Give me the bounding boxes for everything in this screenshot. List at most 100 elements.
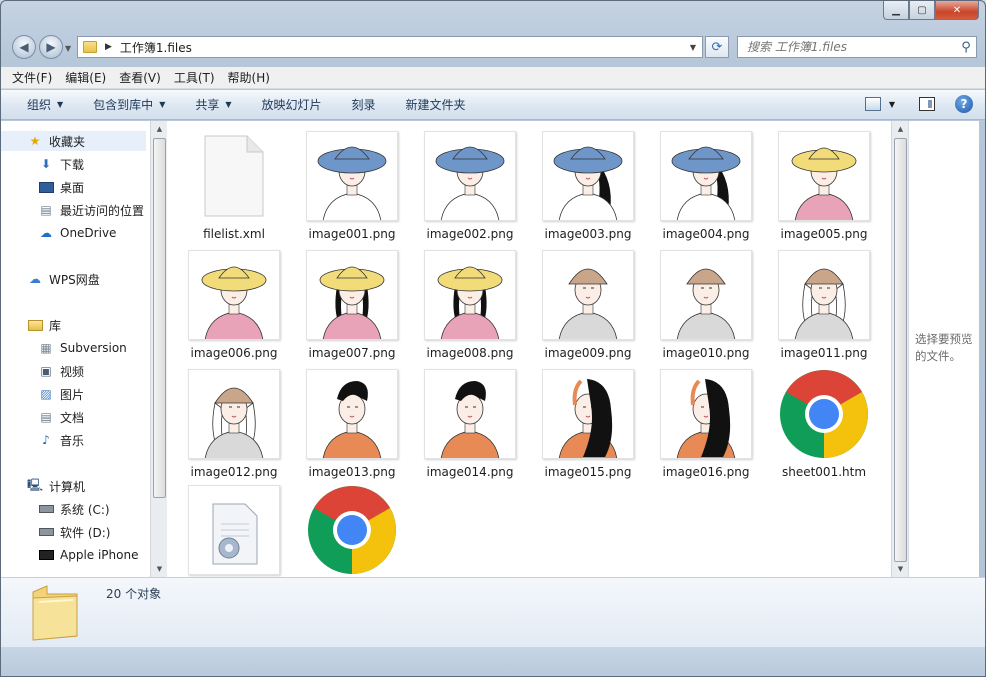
navigation-scrollbar[interactable]: ▲ ▼: [150, 121, 167, 577]
nav-desktop[interactable]: 桌面: [38, 177, 84, 197]
forward-button[interactable]: ▶: [39, 35, 63, 59]
nav-favorites[interactable]: ★ 收藏夹: [1, 131, 146, 151]
file-item[interactable]: image006.png: [175, 250, 293, 368]
menu-help[interactable]: 帮助(H): [228, 69, 270, 86]
file-item[interactable]: image015.png: [529, 369, 647, 487]
help-icon[interactable]: ?: [955, 95, 973, 113]
computer-icon: 🖳: [27, 477, 44, 492]
address-bar[interactable]: ▶ 工作簿1.files ▼: [77, 36, 703, 58]
file-item[interactable]: image012.png: [175, 369, 293, 487]
image-thumbnail[interactable]: [424, 131, 516, 221]
nav-computer[interactable]: 🖳 计算机: [27, 476, 85, 496]
scroll-up-icon[interactable]: ▲: [892, 121, 909, 137]
image-thumbnail[interactable]: [542, 131, 634, 221]
scrollbar-thumb[interactable]: [894, 138, 907, 562]
minimize-button[interactable]: ▁: [883, 1, 909, 20]
slideshow-button[interactable]: 放映幻灯片: [262, 96, 322, 113]
image-thumbnail[interactable]: [778, 250, 870, 340]
config-file-icon[interactable]: [188, 485, 280, 575]
nav-iphone[interactable]: Apple iPhone: [38, 545, 138, 565]
preview-pane-icon[interactable]: [919, 97, 935, 111]
burn-button[interactable]: 刻录: [352, 96, 376, 113]
file-name: image013.png: [308, 465, 396, 479]
image-thumbnail[interactable]: [778, 131, 870, 221]
view-options-dropdown[interactable]: ▼: [889, 100, 895, 109]
folder-icon: [32, 585, 78, 641]
menu-view[interactable]: 查看(V): [119, 69, 161, 86]
image-thumbnail[interactable]: [660, 250, 752, 340]
nav-drive-c[interactable]: 系统 (C:): [38, 499, 110, 519]
nav-documents[interactable]: ▤ 文档: [38, 407, 84, 427]
file-item[interactable]: image001.png: [293, 131, 411, 249]
file-item[interactable]: image009.png: [529, 250, 647, 368]
image-thumbnail[interactable]: [424, 250, 516, 340]
chrome-icon[interactable]: [778, 369, 870, 459]
include-library-button[interactable]: 包含到库中 ▼: [93, 96, 165, 113]
image-thumbnail[interactable]: [306, 131, 398, 221]
file-item[interactable]: image013.png: [293, 369, 411, 487]
search-box[interactable]: ⚲: [737, 36, 977, 58]
file-item[interactable]: image002.png: [411, 131, 529, 249]
nav-libraries[interactable]: 库: [27, 315, 61, 335]
file-item[interactable]: image011.png: [765, 250, 883, 368]
chrome-icon[interactable]: [306, 485, 398, 575]
nav-favorites-label: 收藏夹: [49, 134, 86, 149]
nav-videos[interactable]: ▣ 视频: [38, 361, 84, 381]
menu-edit[interactable]: 编辑(E): [65, 69, 106, 86]
image-thumbnail[interactable]: [306, 250, 398, 340]
refresh-button[interactable]: ⟳: [705, 36, 729, 58]
nav-onedrive[interactable]: ☁ OneDrive: [38, 223, 116, 243]
maximize-button[interactable]: ▢: [909, 1, 935, 20]
file-item[interactable]: image004.png: [647, 131, 765, 249]
back-button[interactable]: ◀: [12, 35, 36, 59]
image-thumbnail[interactable]: [542, 250, 634, 340]
nav-subversion[interactable]: ▦ Subversion: [38, 338, 126, 358]
file-item[interactable]: filelist.xml: [175, 131, 293, 249]
breadcrumb-current[interactable]: 工作簿1.files: [120, 39, 192, 56]
search-icon[interactable]: ⚲: [956, 40, 976, 55]
image-thumbnail[interactable]: [424, 369, 516, 459]
xml-file-icon[interactable]: [188, 131, 280, 221]
nav-pictures[interactable]: ▨ 图片: [38, 384, 84, 404]
nav-wps[interactable]: ☁ WPS网盘: [27, 269, 100, 289]
nav-music[interactable]: ♪ 音乐: [38, 430, 84, 450]
address-dropdown-icon[interactable]: ▼: [690, 43, 696, 52]
explorer-window: ▁ ▢ ✕ ◀ ▶ ▼ ▶ 工作簿1.files ▼ ⟳ ⚲ 文件(F) 编辑(…: [0, 0, 986, 677]
file-item[interactable]: [293, 485, 411, 577]
image-thumbnail[interactable]: [188, 250, 280, 340]
image-thumbnail[interactable]: [306, 369, 398, 459]
scroll-up-icon[interactable]: ▲: [151, 121, 168, 137]
file-item[interactable]: image010.png: [647, 250, 765, 368]
file-item[interactable]: sheet001.htm: [765, 369, 883, 487]
image-thumbnail[interactable]: [660, 369, 752, 459]
share-button[interactable]: 共享 ▼: [195, 96, 231, 113]
menu-file[interactable]: 文件(F): [12, 69, 52, 86]
organize-button[interactable]: 组织 ▼: [27, 96, 63, 113]
file-item[interactable]: image008.png: [411, 250, 529, 368]
scroll-down-icon[interactable]: ▼: [151, 561, 168, 577]
file-item[interactable]: image003.png: [529, 131, 647, 249]
breadcrumb-chevron-icon[interactable]: ▶: [105, 42, 112, 52]
nav-libraries-label: 库: [49, 318, 62, 333]
menu-tools[interactable]: 工具(T): [174, 69, 215, 86]
scroll-down-icon[interactable]: ▼: [892, 561, 909, 577]
recent-pages-dropdown[interactable]: ▼: [65, 44, 71, 53]
nav-recent[interactable]: ▤ 最近访问的位置: [38, 200, 144, 220]
change-view-icon[interactable]: [864, 97, 881, 111]
nav-drive-d[interactable]: 软件 (D:): [38, 522, 110, 542]
nav-desktop-label: 桌面: [60, 180, 85, 195]
image-thumbnail[interactable]: [188, 369, 280, 459]
file-item[interactable]: image016.png: [647, 369, 765, 487]
file-item[interactable]: [175, 485, 293, 577]
close-button[interactable]: ✕: [935, 1, 979, 20]
search-input[interactable]: [745, 39, 956, 55]
file-item[interactable]: image007.png: [293, 250, 411, 368]
file-item[interactable]: image014.png: [411, 369, 529, 487]
image-thumbnail[interactable]: [542, 369, 634, 459]
content-scrollbar[interactable]: ▲ ▼: [891, 121, 908, 577]
new-folder-button[interactable]: 新建文件夹: [406, 96, 466, 113]
scrollbar-thumb[interactable]: [153, 138, 166, 498]
nav-downloads[interactable]: ⬇ 下载: [38, 154, 84, 174]
file-item[interactable]: image005.png: [765, 131, 883, 249]
image-thumbnail[interactable]: [660, 131, 752, 221]
